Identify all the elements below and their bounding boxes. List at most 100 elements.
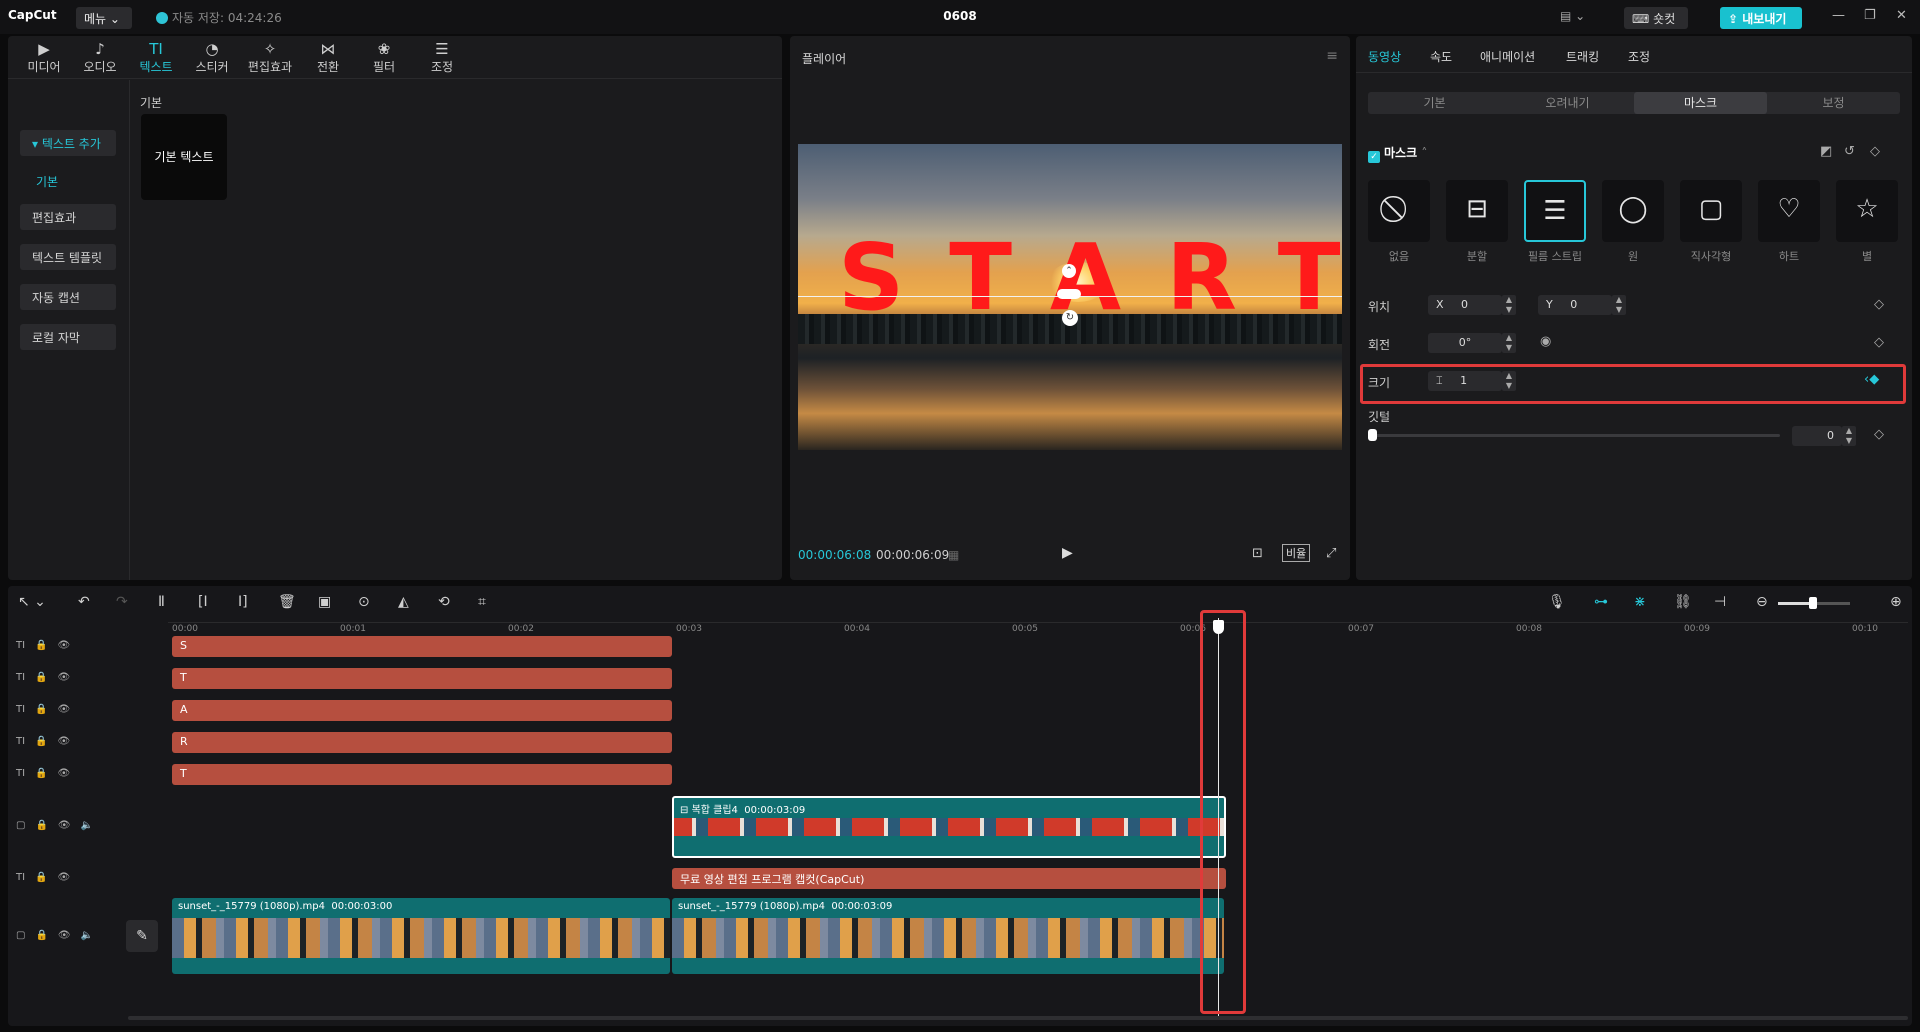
feather-slider-knob[interactable] <box>1368 429 1377 441</box>
mask-heart[interactable]: ♡ <box>1758 180 1820 242</box>
mask-star[interactable]: ☆ <box>1836 180 1898 242</box>
rotate-icon[interactable]: ⟲ <box>438 594 450 610</box>
subtab-cutout[interactable]: 오려내기 <box>1501 92 1634 114</box>
lock-icon[interactable]: 🔒 <box>35 640 47 651</box>
zoom-out-icon[interactable]: ⊖ <box>1756 594 1768 610</box>
main-track-magnet-icon[interactable]: ⊶ <box>1594 594 1608 610</box>
sidebar-item-local-subtitle[interactable]: 로컬 자막 <box>20 324 116 350</box>
eye-icon[interactable]: 👁 <box>58 640 71 651</box>
text-clip[interactable]: T <box>172 668 672 689</box>
close-icon[interactable]: ✕ <box>1896 8 1907 23</box>
rotation-dial-icon[interactable]: ◉ <box>1540 334 1551 349</box>
x-stepper[interactable]: ▲ ▼ <box>1502 295 1516 315</box>
mirror-icon[interactable]: ◭ <box>398 594 409 610</box>
zoom-slider-knob[interactable] <box>1809 597 1817 609</box>
lock-icon[interactable]: 🔒 <box>35 672 47 683</box>
tab-speed[interactable]: 속도 <box>1430 48 1452 65</box>
subtab-basic[interactable]: 기본 <box>1368 92 1501 114</box>
keyframe-icon[interactable]: ◇ <box>1874 335 1884 350</box>
tab-filter[interactable]: ❀ 필터 <box>356 40 412 75</box>
undo-icon[interactable]: ↶ <box>78 594 90 610</box>
delete-icon[interactable]: 🗑 <box>278 594 296 610</box>
sidebar-item-templates[interactable]: 텍스트 템플릿 <box>20 244 116 270</box>
mask-filmstrip[interactable]: ☰ <box>1524 180 1586 242</box>
lock-icon[interactable]: 🔒 <box>35 704 47 715</box>
rotation-field[interactable]: 0° <box>1428 333 1502 353</box>
eye-icon[interactable]: 👁 <box>58 820 71 831</box>
feather-stepper[interactable]: ▲ ▼ <box>1842 426 1856 446</box>
snap-icon[interactable]: ⋇ <box>1634 594 1646 610</box>
subtab-mask[interactable]: 마스크 <box>1634 92 1767 114</box>
rotation-stepper[interactable]: ▲ ▼ <box>1502 333 1516 353</box>
feather-slider-track[interactable] <box>1370 434 1780 437</box>
mask-toggle[interactable]: ✓ 마스크 ˄ <box>1368 144 1427 163</box>
menu-button[interactable]: 메뉴 ⌄ <box>76 7 132 29</box>
sidebar-item-auto-caption[interactable]: 자동 캡션 <box>20 284 116 310</box>
hamburger-icon[interactable]: ≡ <box>1326 48 1338 64</box>
position-y-field[interactable]: Y 0 <box>1538 295 1612 315</box>
link-icon[interactable]: ⛓ <box>1674 594 1692 610</box>
reverse-icon[interactable]: ⊙ <box>358 594 370 610</box>
eye-icon[interactable]: 👁 <box>58 736 71 747</box>
lock-icon[interactable]: 🔒 <box>35 872 47 883</box>
eye-icon[interactable]: 👁 <box>58 930 71 941</box>
tab-audio[interactable]: ♪ 오디오 <box>72 40 128 75</box>
tab-adjust-right[interactable]: 조정 <box>1628 48 1650 65</box>
text-clip[interactable]: T <box>172 764 672 785</box>
layout-icon[interactable]: ▤ ⌄ <box>1560 9 1585 23</box>
text-clip[interactable]: R <box>172 732 672 753</box>
invert-icon[interactable]: ◩ <box>1820 144 1832 159</box>
lock-icon[interactable]: 🔒 <box>35 820 47 831</box>
tab-effects[interactable]: ✧ 편집효과 <box>242 40 298 75</box>
feather-field[interactable]: 0 <box>1792 426 1842 446</box>
zoom-fit-icon[interactable]: ⊡ <box>1252 546 1263 561</box>
zoom-in-icon[interactable]: ⊕ <box>1890 594 1902 610</box>
mask-size-handle[interactable] <box>1057 289 1081 299</box>
cover-edit-icon[interactable]: ✎ <box>126 920 158 952</box>
sidebar-item-basic[interactable]: 기본 <box>36 173 58 190</box>
play-icon[interactable]: ▶ <box>1062 545 1073 561</box>
text-clip-capcut[interactable]: 무료 영상 편집 프로그램 캡컷(CapCut) <box>672 868 1226 889</box>
fullscreen-icon[interactable]: ⤢ <box>1326 546 1336 561</box>
time-ruler[interactable] <box>168 622 1908 623</box>
compound-clip[interactable]: ⊟ 복합 클립4 00:00:03:09 <box>672 796 1226 858</box>
subtab-correction[interactable]: 보정 <box>1767 92 1900 114</box>
mask-none[interactable]: ⃠ <box>1368 180 1430 242</box>
eye-icon[interactable]: 👁 <box>58 872 71 883</box>
rotate-handle-icon[interactable]: ↻ <box>1062 310 1078 326</box>
default-text-tile[interactable]: 기본 텍스트 <box>141 114 227 200</box>
freeze-icon[interactable]: ▣ <box>318 594 331 610</box>
timeline-scrollbar[interactable] <box>128 1016 1908 1020</box>
video-clip[interactable]: sunset_-_15779 (1080p).mp4 00:00:03:09 <box>672 898 1224 974</box>
preview-axis-icon[interactable]: ⊣ <box>1714 594 1726 610</box>
trim-left-icon[interactable]: [Ⅰ <box>198 594 208 610</box>
restore-icon[interactable]: ❐ <box>1864 8 1876 23</box>
sidebar-item-effects[interactable]: 편집효과 <box>20 204 116 230</box>
microphone-icon[interactable]: 🎙 <box>1548 594 1566 610</box>
video-clip[interactable]: sunset_-_15779 (1080p).mp4 00:00:03:00 <box>172 898 670 974</box>
lock-icon[interactable]: 🔒 <box>35 768 47 779</box>
text-clip[interactable]: S <box>172 636 672 657</box>
tab-video[interactable]: 동영상 <box>1368 48 1401 65</box>
tab-tracking[interactable]: 트래킹 <box>1566 48 1599 65</box>
sidebar-item-add-text[interactable]: ▾ 텍스트 추가 <box>20 130 116 156</box>
speaker-icon[interactable]: 🔈 <box>81 820 93 831</box>
tab-sticker[interactable]: ◔ 스티커 <box>184 40 240 75</box>
reset-icon[interactable]: ↺ <box>1844 144 1855 159</box>
tab-text[interactable]: TI 텍스트 <box>128 40 184 75</box>
tab-transition[interactable]: ⋈ 전환 <box>300 40 356 75</box>
keyframe-icon[interactable]: ◇ <box>1874 427 1884 442</box>
y-stepper[interactable]: ▲ ▼ <box>1612 295 1626 315</box>
position-x-field[interactable]: X 0 <box>1428 295 1502 315</box>
tab-animation[interactable]: 애니메이션 <box>1480 48 1535 65</box>
tab-media[interactable]: ▶ 미디어 <box>16 40 72 75</box>
mask-circle[interactable]: ◯ <box>1602 180 1664 242</box>
eye-icon[interactable]: 👁 <box>58 704 71 715</box>
feather-handle-icon[interactable]: ⌃ <box>1062 264 1076 278</box>
eye-icon[interactable]: 👁 <box>58 768 71 779</box>
lock-icon[interactable]: 🔒 <box>35 736 47 747</box>
trim-right-icon[interactable]: Ⅰ] <box>238 594 248 610</box>
text-clip[interactable]: A <box>172 700 672 721</box>
timecode-grid-icon[interactable]: ▦ <box>948 548 959 562</box>
redo-icon[interactable]: ↷ <box>116 594 128 610</box>
